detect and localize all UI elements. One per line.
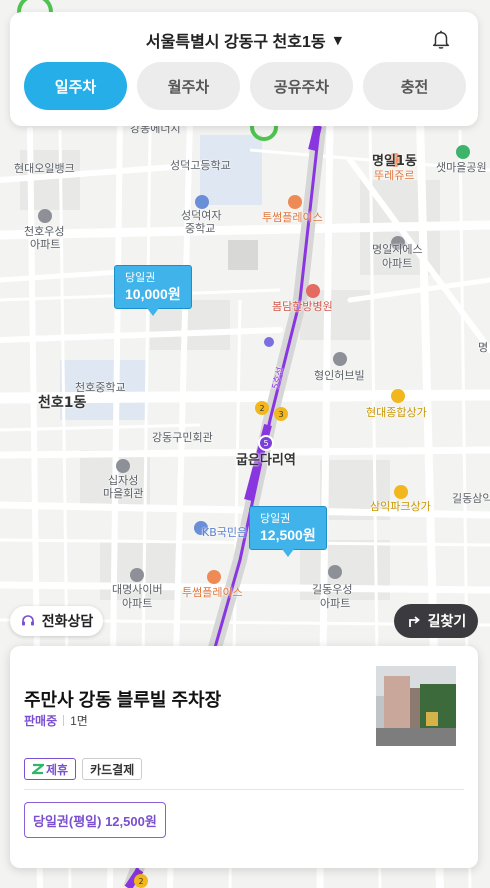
tag-card-payment: 카드결제 [82, 758, 143, 780]
lot-spaces: 1면 [70, 714, 88, 728]
tab-charging[interactable]: 충전 [363, 62, 466, 110]
lot-meta: 판매중 1면 [24, 712, 88, 729]
parking-lot-card[interactable]: 주만사 강동 블루빌 주차장 판매중 1면 제휴 카드결제 당일권(평일) 12… [10, 646, 478, 868]
headset-icon [21, 615, 34, 626]
map-label: 강동구민회관 [152, 431, 213, 444]
price-pin[interactable]: 당일권 10,000원 [114, 265, 192, 316]
lot-name: 주만사 강동 블루빌 주차장 [24, 690, 222, 710]
parking-type-tabs: 일주차 월주차 공유주차 충전 [24, 62, 466, 110]
map-label: 천호1동 [38, 395, 87, 411]
ticket-option[interactable]: 당일권(평일) 12,500원 [24, 802, 166, 838]
exit-icon: 2 [255, 401, 269, 415]
map-label: 아파트 [382, 257, 413, 270]
map-label: 아파트 [122, 597, 153, 610]
map-label: KB국민은 [202, 526, 248, 539]
map-label: 명 [478, 341, 489, 354]
map-label: 중학교 [185, 222, 216, 235]
poi-icon [328, 565, 342, 579]
cafe-icon [207, 570, 221, 584]
exit-icon: 3 [274, 407, 288, 421]
meta-divider [63, 715, 65, 726]
pin-ticket-type: 당일권 [260, 513, 291, 525]
tab-shared[interactable]: 공유주차 [250, 62, 353, 110]
map-label: 삼익파크상가 [370, 500, 431, 513]
bell-icon[interactable] [430, 28, 452, 50]
tab-daily[interactable]: 일주차 [24, 62, 127, 110]
map-label: 성덕고등학교 [170, 159, 231, 172]
map-label: 길동삼익 [452, 492, 490, 505]
map-label: 투썸플레이스 [262, 211, 323, 224]
park-icon [456, 145, 470, 159]
pin-price: 10,000원 [125, 286, 181, 302]
tag-partner-label: 제휴 [46, 762, 69, 777]
tag-partner: 제휴 [24, 758, 77, 780]
phone-consult-label: 전화상담 [41, 613, 94, 629]
map-label: 투썸플레이스 [182, 586, 243, 599]
hospital-icon [306, 284, 320, 298]
directions-button[interactable]: 길찾기 [394, 604, 478, 638]
price-pin[interactable]: 당일권 12,500원 [249, 506, 327, 557]
map-label: 굽은다리역 [236, 453, 296, 468]
header-card: 서울특별시 강동구 천호1동 ▼ 일주차 월주차 공유주차 충전 [10, 12, 478, 126]
map-label: 마을회관 [103, 487, 144, 500]
lot-tags: 제휴 카드결제 [24, 758, 143, 780]
map-label: 현대오일뱅크 [14, 162, 75, 175]
shopping-icon [394, 485, 408, 499]
map-label: 샛마을공원 [436, 161, 487, 174]
pin-price: 12,500원 [260, 527, 316, 543]
exit-icon: 2 [134, 874, 148, 888]
pin-ticket-type: 당일권 [125, 272, 156, 284]
map-label: 아파트 [30, 238, 61, 251]
map-label: 아파트 [320, 597, 351, 610]
poi-icon [195, 195, 209, 209]
turn-right-icon [408, 616, 420, 627]
map-label: 천호중학교 [75, 381, 126, 394]
map-label: 천호우성 [24, 225, 65, 238]
map-label: 명일지에스 [372, 243, 423, 256]
map-label: 성덕여자 [181, 209, 222, 222]
cafe-icon [288, 195, 302, 209]
caret-down-icon: ▼ [333, 33, 343, 47]
map-label: 뚜레쥬르 [374, 169, 415, 182]
map-label: 십자성 [108, 474, 139, 487]
poi-icon [116, 459, 130, 473]
location-selector[interactable]: 서울특별시 강동구 천호1동 ▼ [10, 28, 478, 52]
map-label: 형인허브빌 [314, 369, 365, 382]
map-label: 현대종합상가 [366, 406, 427, 419]
partner-z-icon [32, 763, 44, 775]
map-label: 대명사이버 [112, 583, 163, 596]
card-divider [24, 789, 464, 790]
location-text: 서울특별시 강동구 천호1동 [145, 34, 326, 51]
poi-icon [130, 568, 144, 582]
tab-monthly[interactable]: 월주차 [137, 62, 240, 110]
map-label: 봄담한방병원 [272, 300, 333, 313]
lot-status: 판매중 [24, 714, 58, 728]
map-label: 길동우성 [312, 583, 353, 596]
poi-icon [38, 209, 52, 223]
station-icon: 5 [258, 435, 274, 451]
shopping-icon [391, 389, 405, 403]
phone-consult-button[interactable]: 전화상담 [10, 606, 103, 636]
poi-icon [333, 352, 347, 366]
lot-photo[interactable] [376, 666, 456, 746]
directions-label: 길찾기 [427, 613, 467, 629]
map-label: 명일1동 [372, 154, 417, 169]
